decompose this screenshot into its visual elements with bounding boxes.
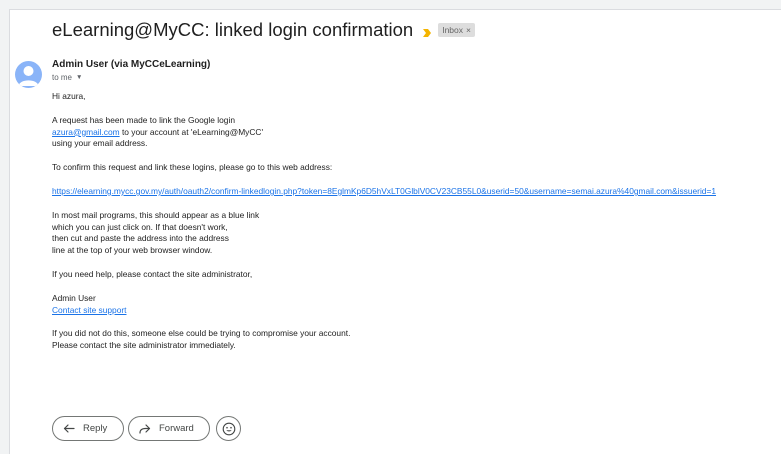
reply-arrow-icon bbox=[63, 423, 75, 433]
recipient-details[interactable]: to me ▼ bbox=[52, 73, 82, 82]
caret-down-icon[interactable]: ▼ bbox=[76, 74, 82, 81]
emoji-smile-icon bbox=[222, 422, 235, 435]
intro-line-1: A request has been made to link the Goog… bbox=[52, 114, 235, 125]
window-frame-left bbox=[0, 0, 9, 454]
signature-name: Admin User bbox=[52, 292, 96, 303]
confirm-url-line: https://elearning.mycc.gov.my/auth/oauth… bbox=[52, 186, 777, 198]
reply-label: Reply bbox=[83, 423, 108, 434]
tip-line-2: which you can just click on. If that doe… bbox=[52, 221, 228, 232]
reply-actions: Reply Forward bbox=[52, 416, 245, 441]
forward-button[interactable]: Forward bbox=[128, 416, 210, 441]
email-subject: eLearning@MyCC: linked login confirmatio… bbox=[52, 19, 414, 40]
sender-name: Admin User (via MyCCeLearning) bbox=[52, 59, 211, 70]
support-line: Contact site support bbox=[52, 305, 777, 317]
tip-line-1: In most mail programs, this should appea… bbox=[52, 209, 260, 220]
tip-line-4: line at the top of your web browser wind… bbox=[52, 245, 213, 256]
emoji-reaction-button[interactable] bbox=[216, 416, 241, 441]
tip-line-3: then cut and paste the address into the … bbox=[52, 233, 229, 244]
subject-row: eLearning@MyCC: linked login confirmatio… bbox=[52, 16, 475, 44]
inbox-label-text: Inbox bbox=[442, 25, 463, 35]
confirm-instruction: To confirm this request and link these l… bbox=[52, 162, 333, 173]
window-frame-top bbox=[0, 0, 781, 9]
greeting: Hi azura, bbox=[52, 91, 86, 101]
frame-divider-left bbox=[9, 9, 10, 454]
frame-divider-top bbox=[9, 9, 781, 10]
warning-line-2: Please contact the site administrator im… bbox=[52, 340, 236, 351]
confirm-url-link[interactable]: https://elearning.mycc.gov.my/auth/oauth… bbox=[52, 186, 716, 196]
intro-line-2: azura@gmail.com to your account at 'eLea… bbox=[52, 127, 777, 139]
forward-arrow-icon bbox=[139, 423, 151, 434]
importance-marker-icon[interactable] bbox=[422, 25, 432, 37]
recipient-label: to me bbox=[52, 73, 73, 82]
intro-line-2-text: to your account at 'eLearning@MyCC' bbox=[119, 126, 264, 137]
person-avatar-icon bbox=[15, 61, 42, 88]
intro-line-3: using your email address. bbox=[52, 138, 148, 149]
email-address-link[interactable]: azura@gmail.com bbox=[52, 127, 120, 137]
contact-support-link[interactable]: Contact site support bbox=[52, 305, 126, 315]
reply-button[interactable]: Reply bbox=[52, 416, 124, 441]
warning-line-1: If you did not do this, someone else cou… bbox=[52, 328, 351, 339]
inbox-label-chip: Inbox × bbox=[438, 23, 475, 37]
remove-label-icon[interactable]: × bbox=[466, 25, 471, 35]
help-line: If you need help, please contact the sit… bbox=[52, 268, 253, 279]
email-body: Hi azura, A request has been made to lin… bbox=[52, 91, 777, 352]
forward-label: Forward bbox=[159, 423, 194, 434]
